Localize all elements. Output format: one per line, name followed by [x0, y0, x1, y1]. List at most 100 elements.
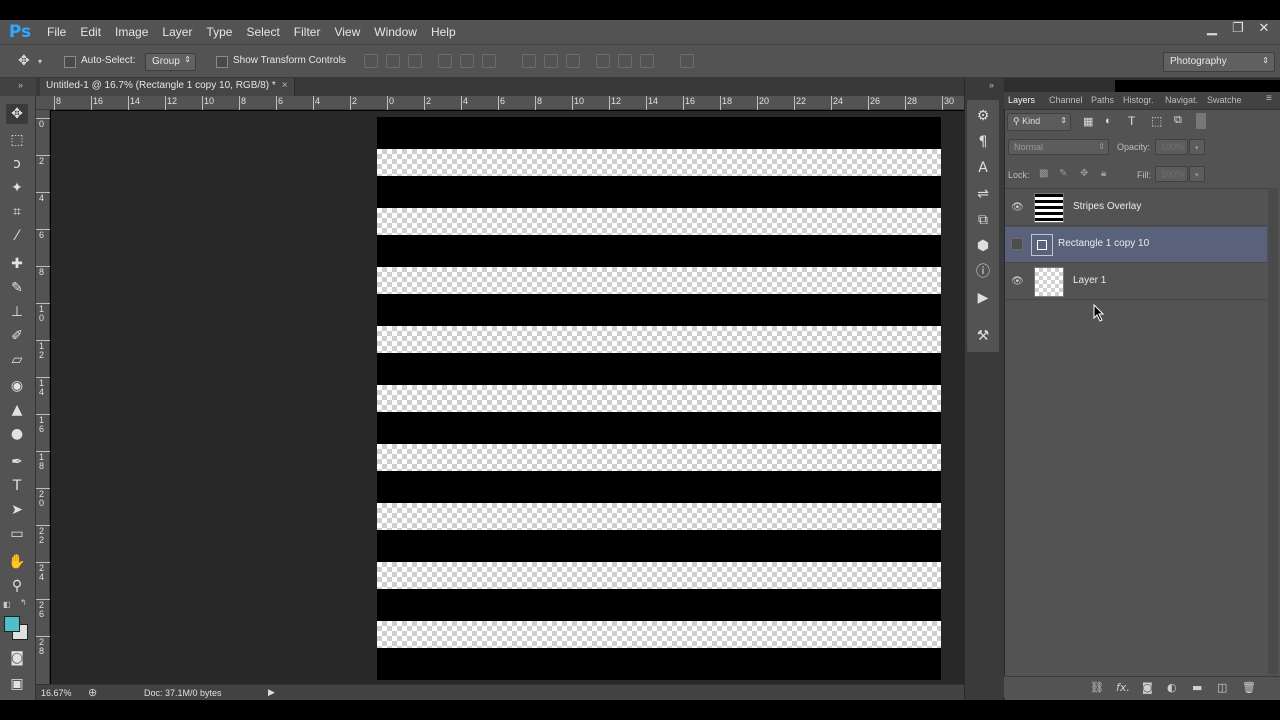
auto-select-dropdown[interactable]: Group ⇕	[145, 53, 196, 71]
crop-tool-icon[interactable]: ⌗	[6, 202, 28, 222]
align-vcenter-icon[interactable]	[386, 54, 400, 68]
menu-file[interactable]: File	[40, 25, 73, 39]
new-group-icon[interactable]: ▬	[1192, 681, 1202, 694]
filter-adjustment-icon[interactable]: ◐	[1105, 115, 1112, 127]
layer-name[interactable]: Stripes Overlay	[1073, 201, 1141, 212]
filter-pixel-icon[interactable]: ▦	[1083, 115, 1093, 128]
close-window-button[interactable]: ✕	[1252, 20, 1276, 40]
clone-source-icon[interactable]: ⧉	[975, 212, 991, 228]
align-top-icon[interactable]	[364, 54, 378, 68]
new-layer-icon[interactable]: ◫	[1217, 681, 1227, 694]
filter-toggle-icon[interactable]	[1196, 113, 1206, 129]
document-canvas[interactable]	[377, 117, 941, 680]
blur-tool-icon[interactable]: ▲	[6, 400, 28, 420]
filter-shape-icon[interactable]: ⬚	[1151, 114, 1162, 128]
layers-scrollbar[interactable]	[1268, 188, 1278, 674]
info-icon[interactable]: ⓘ	[975, 264, 991, 280]
zoom-tool-icon[interactable]: ⚲	[6, 576, 28, 596]
distribute-top-icon[interactable]	[522, 54, 536, 68]
collapse-dock-icon[interactable]: »	[989, 80, 994, 90]
clone-stamp-tool-icon[interactable]: ⊥	[6, 302, 28, 322]
preset-dropdown-icon[interactable]: ▾	[38, 57, 42, 66]
lock-pixels-icon[interactable]: ✎	[1059, 168, 1067, 179]
quick-select-tool-icon[interactable]: ✦	[6, 178, 28, 198]
new-adjustment-layer-icon[interactable]: ◐	[1167, 681, 1177, 694]
status-menu-arrow-icon[interactable]: ▶	[268, 687, 275, 698]
actions-play-icon[interactable]: ▶	[975, 290, 991, 306]
menu-layer[interactable]: Layer	[155, 25, 199, 39]
filter-type-icon[interactable]: T	[1128, 114, 1135, 128]
distribute-right-icon[interactable]	[640, 54, 654, 68]
distribute-bottom-icon[interactable]	[566, 54, 580, 68]
fill-slider-button[interactable]: ▾	[1189, 166, 1205, 182]
dodge-tool-icon[interactable]: ●	[6, 424, 28, 444]
tab-layers[interactable]: Layers	[1008, 95, 1035, 105]
delete-layer-icon[interactable]: 🗑︎	[1242, 681, 1256, 694]
lock-position-icon[interactable]: ✥	[1080, 168, 1088, 179]
opacity-slider-button[interactable]: ▾	[1189, 139, 1205, 155]
visibility-toggle-off[interactable]	[1011, 238, 1023, 250]
distribute-hcenter-icon[interactable]	[618, 54, 632, 68]
auto-align-icon[interactable]	[680, 54, 694, 68]
tab-swatches[interactable]: Swatche	[1207, 95, 1242, 105]
workspace-switcher[interactable]: Photography ⇕	[1163, 52, 1275, 72]
add-style-fx-icon[interactable]: fx.	[1116, 681, 1130, 694]
fill-field[interactable]: 100%	[1155, 166, 1188, 182]
collapse-toolbar-icon[interactable]: »	[18, 80, 23, 90]
distribute-vcenter-icon[interactable]	[544, 54, 558, 68]
brush-tool-icon[interactable]: ✎	[6, 278, 28, 298]
eyedropper-tool-icon[interactable]: ⁄	[6, 226, 28, 246]
menu-select[interactable]: Select	[239, 25, 286, 39]
character-icon[interactable]: A	[975, 160, 991, 176]
tab-histogram[interactable]: Histogr.	[1123, 95, 1154, 105]
horizontal-ruler[interactable]: 8 16 14 12 10 8 6 4 2 0 2 4 6 8 10 12 14 16 18 20 22 24 26 28 30	[36, 96, 964, 110]
paint-bucket-tool-icon[interactable]: ◉	[6, 376, 28, 396]
lock-transparency-icon[interactable]: ▩	[1039, 168, 1048, 179]
add-mask-icon[interactable]: ◙	[1142, 681, 1153, 694]
minimize-button[interactable]: ▁	[1200, 20, 1224, 40]
tool-presets-icon[interactable]: ⚒	[975, 328, 991, 344]
history-brush-tool-icon[interactable]: ✐	[6, 326, 28, 346]
menu-help[interactable]: Help	[424, 25, 463, 39]
swap-colors-icon[interactable]: ↰	[20, 598, 27, 607]
brush-presets-icon[interactable]: ⚙	[975, 108, 991, 124]
layer-name[interactable]: Layer 1	[1073, 275, 1106, 286]
hand-tool-icon[interactable]: ✋	[6, 552, 28, 572]
show-transform-checkbox[interactable]	[216, 56, 228, 68]
auto-select-checkbox[interactable]	[64, 56, 76, 68]
align-right-icon[interactable]	[482, 54, 496, 68]
lock-all-icon[interactable]: 🔒︎	[1101, 168, 1106, 179]
restore-button[interactable]: ❐	[1226, 20, 1250, 40]
visibility-eye-icon[interactable]: 👁︎	[1011, 202, 1024, 214]
move-tool-preset-icon[interactable]: ✥	[18, 53, 30, 69]
panel-menu-icon[interactable]: ≡	[1266, 93, 1272, 104]
menu-image[interactable]: Image	[108, 25, 155, 39]
menu-view[interactable]: View	[327, 25, 367, 39]
align-hcenter-icon[interactable]	[460, 54, 474, 68]
screen-mode-icon[interactable]: ▣	[6, 674, 28, 694]
menu-window[interactable]: Window	[367, 25, 424, 39]
foreground-color-swatch[interactable]	[4, 616, 20, 632]
blend-mode-dropdown[interactable]: Normal ⇕	[1008, 139, 1109, 155]
default-colors-icon[interactable]: ◧	[3, 600, 11, 609]
layer-row-layer-1[interactable]: 👁︎ Layer 1	[1005, 264, 1267, 300]
layer-name[interactable]: Rectangle 1 copy 10	[1058, 238, 1149, 249]
paragraph-icon[interactable]: ¶	[975, 134, 991, 150]
tab-paths[interactable]: Paths	[1091, 95, 1114, 105]
distribute-left-icon[interactable]	[596, 54, 610, 68]
filter-kind-dropdown[interactable]: ⚲ Kind ⇕	[1007, 113, 1071, 131]
type-tool-icon[interactable]: T	[6, 476, 28, 496]
visibility-eye-icon[interactable]: 👁︎	[1011, 276, 1024, 288]
3d-icon[interactable]: ⬢	[975, 238, 991, 254]
lasso-tool-icon[interactable]: ↄ	[6, 154, 28, 174]
rectangle-tool-icon[interactable]: ▭	[6, 524, 28, 544]
adjustments-icon[interactable]: ⇌	[975, 186, 991, 202]
path-selection-tool-icon[interactable]: ➤	[6, 500, 28, 520]
filter-smart-object-icon[interactable]: ⧉	[1174, 114, 1182, 127]
link-layers-icon[interactable]: ⛓	[1090, 681, 1104, 694]
layer-row-stripes-overlay[interactable]: 👁︎ Stripes Overlay	[1005, 190, 1267, 226]
tab-navigator[interactable]: Navigat.	[1165, 95, 1198, 105]
quick-mask-icon[interactable]: ◙	[6, 648, 28, 668]
align-left-icon[interactable]	[438, 54, 452, 68]
layer-row-rectangle-1-copy-10[interactable]: Rectangle 1 copy 10	[1005, 227, 1267, 263]
